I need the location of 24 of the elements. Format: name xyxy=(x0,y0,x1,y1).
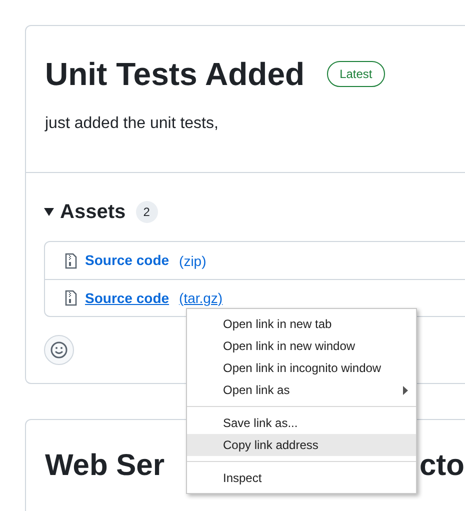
latest-badge: Latest xyxy=(326,61,386,87)
zip-file-icon xyxy=(65,290,77,306)
smiley-icon xyxy=(50,341,68,359)
release-description: just added the unit tests, xyxy=(45,114,220,134)
disclosure-icon[interactable] xyxy=(44,208,54,216)
menu-item[interactable]: Copy link address xyxy=(187,434,416,456)
menu-item[interactable]: Open link in new tab xyxy=(187,313,416,335)
menu-item[interactable]: Inspect xyxy=(187,467,416,489)
menu-item[interactable]: Save link as... xyxy=(187,412,416,434)
release-title: Web Ser xyxy=(45,448,164,484)
asset-link[interactable]: Source code xyxy=(85,250,170,271)
asset-format[interactable]: (zip) xyxy=(179,252,206,268)
menu-item[interactable]: Open link in new window xyxy=(187,335,416,357)
release-title: cto xyxy=(420,448,464,484)
menu-item[interactable]: Open link in incognito window xyxy=(187,357,416,379)
menu-item[interactable]: Open link as xyxy=(187,379,416,401)
submenu-arrow-icon xyxy=(403,386,408,394)
asset-link[interactable]: Source code xyxy=(85,288,170,308)
release-title: Unit Tests Added xyxy=(45,55,305,94)
asset-format[interactable]: (tar.gz) xyxy=(179,290,223,306)
zip-file-icon xyxy=(65,252,77,268)
reaction-button[interactable] xyxy=(44,335,74,365)
assets-heading[interactable]: Assets xyxy=(60,197,126,227)
count-badge: 2 xyxy=(136,201,158,223)
